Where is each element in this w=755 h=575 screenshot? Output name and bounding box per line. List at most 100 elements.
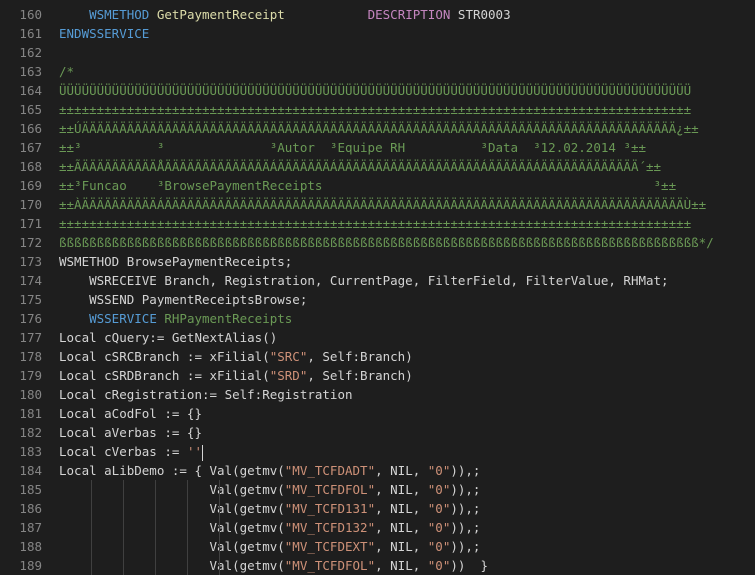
line-number: 175 [19, 292, 42, 307]
code-token: , NIL, [375, 482, 428, 497]
line-number: 171 [19, 216, 42, 231]
code-line[interactable]: 184 Local aLibDemo := { Val(getmv("MV_TCF… [0, 461, 755, 480]
code-token: Local aCodFol := {} [59, 406, 202, 421]
code-text: WSSERVICE RHPaymentReceipts [59, 309, 292, 328]
code-line[interactable]: 178 Local cSRCBranch := xFilial("SRC", Se… [0, 347, 755, 366]
code-line[interactable]: 173 WSMETHOD BrowsePaymentReceipts; [0, 252, 755, 271]
code-token: Val(getmv( [59, 482, 285, 497]
indent-guide [123, 480, 124, 575]
line-number: 182 [19, 425, 42, 440]
code-text: ±±ÃÄÄÄÄÄÄÄÄÄÄÅÄÄÄÄÄÄÄÄÄÄÄÄÄÄÁÄÄÄÄÄÄÄÁÄÄÄ… [59, 157, 661, 176]
code-token: )),; [450, 539, 481, 554]
code-token: "SRD" [269, 368, 308, 383]
code-line[interactable]: 176 WSSERVICE RHPaymentReceipts [0, 309, 755, 328]
line-number: 185 [19, 482, 42, 497]
line-number: 173 [19, 254, 42, 269]
code-token: "SRC" [269, 349, 308, 364]
code-token: Local aVerbas := {} [59, 425, 202, 440]
code-token: Local cSRDBranch := xFilial( [59, 368, 270, 383]
code-line[interactable]: 175 WSSEND PaymentReceiptsBrowse; [0, 290, 755, 309]
code-text: ±±±±±±±±±±±±±±±±±±±±±±±±±±±±±±±±±±±±±±±±… [59, 100, 691, 119]
code-line[interactable]: 166 ±±ÚÄÄÄÄÄÄÄÄÄÄÄÄÄÄÄÄÄÄÄÄÄÄÄÄÄÄÄÄÄÄÄÄÄÄ… [0, 119, 755, 138]
code-text: WSMETHOD GetPaymentReceipt DESCRIPTION S… [59, 5, 511, 24]
code-line[interactable]: 170 ±±ÀÄÄÄÄÄÄÄÄÄÄÁÄÄÄÄÄÄÄÄÄÄÄÄÄÄÄÄÄÄÄÄÄÄÄ… [0, 195, 755, 214]
code-line[interactable]: 183 Local cVerbas := '' [0, 442, 755, 461]
code-line[interactable]: 186 Val(getmv("MV_TCFD131", NIL, "0")),; [0, 499, 755, 518]
code-token: DESCRIPTION [367, 7, 451, 22]
line-number: 176 [19, 311, 42, 326]
code-line[interactable]: 169 ±±³Funcao ³BrowsePaymentReceipts ³±± [0, 176, 755, 195]
code-token: Local cVerbas := [59, 444, 187, 459]
code-token: )) } [450, 558, 488, 573]
code-line[interactable]: 179 Local cSRDBranch := xFilial("SRD", Se… [0, 366, 755, 385]
code-line[interactable]: 160 WSMETHOD GetPaymentReceipt DESCRIPTI… [0, 5, 755, 24]
code-line[interactable]: 174 WSRECEIVE Branch, Registration, Curr… [0, 271, 755, 290]
code-line[interactable]: 182 Local aVerbas := {} [0, 423, 755, 442]
code-line[interactable]: 180 Local cRegistration:= Self:Registrati… [0, 385, 755, 404]
code-line[interactable]: 187 Val(getmv("MV_TCFD132", NIL, "0")),; [0, 518, 755, 537]
code-text: Local cQuery:= GetNextAlias() [59, 328, 277, 347]
code-token: Local cSRCBranch := xFilial( [59, 349, 270, 364]
code-text: ±±±±±±±±±±±±±±±±±±±±±±±±±±±±±±±±±±±±±±±±… [59, 214, 691, 233]
code-token: Local aLibDemo := { Val(getmv( [59, 463, 285, 478]
line-number: 174 [19, 273, 42, 288]
indent-guide [155, 480, 156, 575]
code-token: , NIL, [375, 539, 428, 554]
code-token: "MV_TCFDFOL" [284, 558, 376, 573]
code-line[interactable]: 172 ßßßßßßßßßßßßßßßßßßßßßßßßßßßßßßßßßßßßß… [0, 233, 755, 252]
code-token: , NIL, [375, 520, 428, 535]
code-line[interactable]: 185 Val(getmv("MV_TCFDFOL", NIL, "0")),; [0, 480, 755, 499]
code-line[interactable]: 165 ±±±±±±±±±±±±±±±±±±±±±±±±±±±±±±±±±±±±±… [0, 100, 755, 119]
code-line[interactable]: 171 ±±±±±±±±±±±±±±±±±±±±±±±±±±±±±±±±±±±±±… [0, 214, 755, 233]
code-line[interactable]: 168 ±±ÃÄÄÄÄÄÄÄÄÄÄÅÄÄÄÄÄÄÄÄÄÄÄÄÄÄÁÄÄÄÄÄÄÄÁ… [0, 157, 755, 176]
code-token: '' [186, 444, 202, 459]
code-line[interactable]: 177 Local cQuery:= GetNextAlias() [0, 328, 755, 347]
code-line[interactable]: 163 /* [0, 62, 755, 81]
code-text: Local cVerbas := '' [59, 442, 203, 461]
code-line[interactable]: 161 ENDWSSERVICE [0, 24, 755, 43]
code-token: RHPaymentReceipts [164, 311, 293, 326]
code-text: Local cSRDBranch := xFilial("SRD", Self:… [59, 366, 413, 385]
code-token: Val(getmv( [59, 539, 285, 554]
code-token: , NIL, [375, 558, 428, 573]
code-text: WSRECEIVE Branch, Registration, CurrentP… [59, 271, 669, 290]
code-text: /* [59, 62, 74, 81]
line-number: 184 [19, 463, 42, 478]
code-token: ±±ÀÄÄÄÄÄÄÄÄÄÄÁÄÄÄÄÄÄÄÄÄÄÄÄÄÄÄÄÄÄÄÄÄÄÄÄÄÄ… [59, 197, 707, 212]
code-line[interactable]: 167 ±±³ ³ ³Autor ³Equipe RH ³Data ³12.02.… [0, 138, 755, 157]
line-number: 183 [19, 444, 42, 459]
code-token: WSSERVICE [89, 311, 157, 326]
code-token: ÜÜÜÜÜÜÜÜÜÜÜÜÜÜÜÜÜÜÜÜÜÜÜÜÜÜÜÜÜÜÜÜÜÜÜÜÜÜÜÜ… [59, 83, 692, 98]
code-text: ßßßßßßßßßßßßßßßßßßßßßßßßßßßßßßßßßßßßßßßß… [59, 233, 714, 252]
code-line[interactable]: 164 ÜÜÜÜÜÜÜÜÜÜÜÜÜÜÜÜÜÜÜÜÜÜÜÜÜÜÜÜÜÜÜÜÜÜÜÜÜ… [0, 81, 755, 100]
code-token: ±±ÚÄÄÄÄÄÄÄÄÄÄÄÄÄÄÄÄÄÄÄÄÄÄÄÄÄÄÄÄÄÄÄÄÄÄÄÄÄ… [59, 121, 699, 136]
line-number: 163 [19, 64, 42, 79]
line-number: 178 [19, 349, 42, 364]
code-line[interactable]: 181 Local aCodFol := {} [0, 404, 755, 423]
code-line[interactable]: 189 Val(getmv("MV_TCFDFOL", NIL, "0")) } [0, 556, 755, 575]
code-token: Val(getmv( [59, 501, 285, 516]
line-number: 181 [19, 406, 42, 421]
code-token: Local cRegistration:= Self:Registration [59, 387, 353, 402]
code-line[interactable]: 188 Val(getmv("MV_TCFDEXT", NIL, "0")),; [0, 537, 755, 556]
code-token: "0" [427, 463, 451, 478]
code-token: )),; [450, 482, 481, 497]
code-text: Local cRegistration:= Self:Registration [59, 385, 353, 404]
line-number: 187 [19, 520, 42, 535]
code-text: WSSEND PaymentReceiptsBrowse; [59, 290, 307, 309]
line-number: 168 [19, 159, 42, 174]
code-token: WSRECEIVE Branch, Registration, CurrentP… [59, 273, 669, 288]
line-number: 169 [19, 178, 42, 193]
code-editor[interactable]: 160 WSMETHOD GetPaymentReceipt DESCRIPTI… [0, 0, 755, 575]
code-text: ±±ÚÄÄÄÄÄÄÄÄÄÄÄÄÄÄÄÄÄÄÄÄÄÄÄÄÄÄÄÄÄÄÄÄÄÄÄÄÄ… [59, 119, 699, 138]
code-token: GetPaymentReceipt [156, 7, 285, 22]
code-line[interactable]: 162 [0, 43, 755, 62]
line-number: 179 [19, 368, 42, 383]
code-token: , Self:Branch) [307, 349, 413, 364]
line-number: 186 [19, 501, 42, 516]
line-number: 172 [19, 235, 42, 250]
code-token: "0" [427, 558, 451, 573]
